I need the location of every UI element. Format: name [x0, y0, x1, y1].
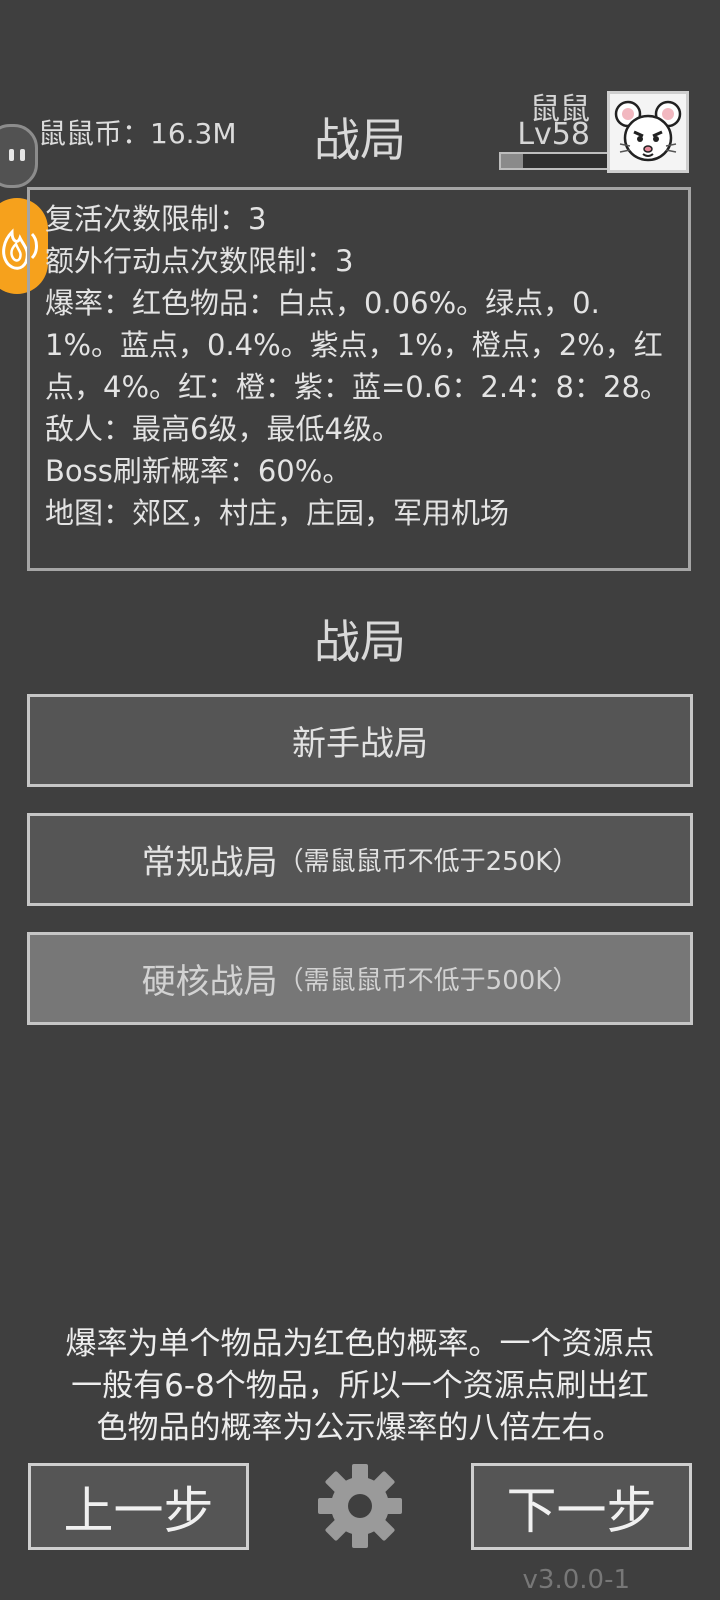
tip-line: 一般有6-8个物品，所以一个资源点刷出红 [71, 1368, 649, 1404]
info-line-maps: 地图：郊区，村庄，庄园，军用机场 [45, 496, 510, 530]
hardcore-mode-requirement: （需鼠鼠币不低于500K） [277, 966, 579, 996]
hardcore-mode-label: 硬核战局 [141, 962, 278, 1002]
section-title: 战局 [314, 615, 406, 669]
mouse-avatar[interactable] [607, 91, 689, 173]
player-level: Lv58 [517, 117, 590, 152]
regular-mode-label: 常规战局 [141, 843, 278, 883]
novice-mode-button[interactable]: 新手战局 [27, 694, 693, 787]
info-line-enemy: 敌人：最高6级，最低4级。 [45, 412, 401, 446]
mode-info-panel[interactable]: 复活次数限制：3 额外行动点次数限制：3 爆率：红色物品：白点，0.06%。绿点… [27, 187, 691, 571]
next-step-button[interactable]: 下一步 [471, 1463, 692, 1550]
regular-mode-button[interactable]: 常规战局 （需鼠鼠币不低于250K） [27, 813, 693, 906]
version-label: v3.0.0-1 [522, 1565, 630, 1595]
robot-eye [20, 149, 25, 161]
experience-bar [499, 152, 611, 170]
gear-icon[interactable] [316, 1462, 404, 1550]
gear-icon-graphic [318, 1464, 402, 1548]
regular-mode-requirement: （需鼠鼠币不低于250K） [277, 847, 579, 877]
info-line-boss: Boss刷新概率：60%。 [45, 454, 352, 488]
info-line-action-points: 额外行动点次数限制：3 [45, 244, 354, 278]
mouse-avatar-image [614, 100, 682, 162]
novice-mode-label: 新手战局 [292, 724, 428, 764]
experience-bar-fill [501, 154, 523, 168]
mode-info-text: 复活次数限制：3 额外行动点次数限制：3 爆率：红色物品：白点，0.06%。绿点… [45, 198, 673, 534]
robot-eye [9, 149, 14, 161]
previous-step-button[interactable]: 上一步 [28, 1463, 249, 1550]
info-line-revive: 复活次数限制：3 [45, 202, 267, 236]
tip-line: 色物品的概率为公示爆率的八倍左右。 [96, 1410, 624, 1446]
hardcore-mode-button[interactable]: 硬核战局 （需鼠鼠币不低于500K） [27, 932, 693, 1025]
robot-face-icon[interactable] [0, 124, 38, 188]
info-line-drop-rate: 爆率：红色物品：白点，0.06%。绿点，0.1%。蓝点，0.4%。紫点，1%，橙… [45, 286, 669, 404]
tip-line: 爆率为单个物品为红色的概率。一个资源点 [65, 1326, 655, 1362]
drop-rate-tip: 爆率为单个物品为红色的概率。一个资源点 一般有6-8个物品，所以一个资源点刷出红… [0, 1323, 720, 1449]
